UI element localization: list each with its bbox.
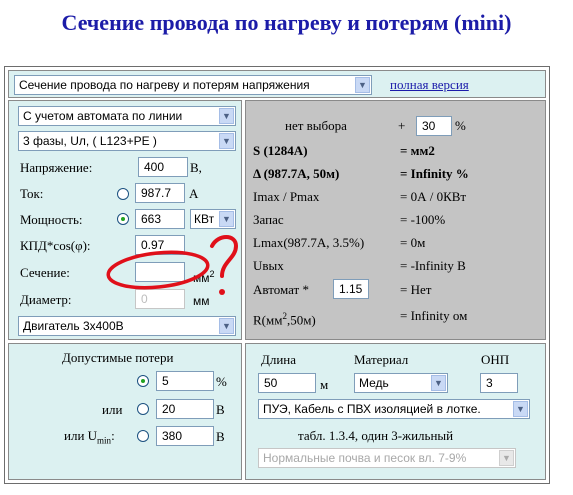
result-row-left: Imax / Pmax [253,189,320,204]
power-label: Мощность: [20,212,83,227]
page-title: Сечение провода по нагреву и потерям (mi… [61,10,512,35]
red-annotation-drawing [106,235,239,295]
result-row-left: Δ (987.7А, 50м) [253,166,340,181]
radio-selected-dot [121,217,125,221]
result-row-right: = -Infinity В [400,258,466,273]
efficiency-label: КПД*cos(φ): [20,238,91,253]
current-label: Ток: [20,186,44,201]
breaker-factor-label: Автомат * [253,282,309,297]
length-input[interactable]: 50 [258,373,316,393]
power-input[interactable]: 663 [135,209,185,229]
onp-label: ОНП [481,352,510,367]
results-panel [245,100,546,340]
result-row-right: = мм2 [400,143,435,158]
breaker-result: = Нет [400,282,432,297]
cable-type-select[interactable]: ПУЭ, Кабель с ПВХ изоляцией в лотке. ▼ [258,399,530,419]
result-row-left: S (1284А) [253,143,308,158]
chevron-down-icon: ▼ [355,77,370,93]
chevron-down-icon: ▼ [431,375,446,391]
current-radio[interactable] [117,188,129,200]
chevron-down-icon: ▼ [219,318,234,334]
result-row-left: Uвых [253,258,284,273]
losses-umin-label: или Umin: [64,428,115,449]
result-row-right: = 0А / 0КВт [400,189,467,204]
chevron-down-icon: ▼ [219,211,234,227]
margin-input[interactable]: 30 [416,116,452,136]
losses-umin-sub: min [97,435,112,446]
losses-volt-input[interactable]: 20 [156,399,214,419]
load-type-value: Двигатель 3x400В [23,319,124,333]
soil-select[interactable]: Нормальные почва и песок вл. 7-9% ▼ [258,448,516,468]
power-unit-select[interactable]: КВт ▼ [190,209,236,229]
no-choice-label: нет выбора [285,118,347,133]
voltage-input[interactable]: 400 [138,157,188,177]
losses-umin-colon: : [111,428,115,443]
cable-type-value: ПУЭ, Кабель с ПВХ изоляцией в лотке. [263,402,481,416]
chevron-down-icon: ▼ [219,133,234,149]
breaker-mode-value: С учетом автомата по линии [23,109,183,123]
length-label: Длина [261,352,297,367]
plus-sign: + [398,118,406,133]
chevron-down-icon: ▼ [499,450,514,466]
losses-umin-radio[interactable] [137,430,149,442]
breaker-mode-select[interactable]: С учетом автомата по линии ▼ [18,106,236,126]
table-note: табл. 1.3.4, один 3-жильный [298,428,454,443]
phase-select-value: 3 фазы, Uл, ( L123+PE ) [23,134,157,148]
onp-input[interactable]: 3 [480,373,518,393]
power-radio[interactable] [117,213,129,225]
power-unit-value: КВт [194,212,215,226]
mode-select[interactable]: Сечение провода по нагреву и потерям нап… [14,75,372,95]
material-select-value: Медь [359,376,389,390]
losses-volt-label: или [102,402,123,417]
result-row-left: Lmax(987.7А, 3.5%) [253,235,365,250]
full-version-link[interactable]: полная версия [390,77,469,93]
section-label: Сечение: [20,265,70,280]
losses-percent-unit: % [216,374,227,389]
soil-select-value: Нормальные почва и песок вл. 7-9% [263,451,467,465]
result-row-left: Запас [253,212,284,227]
voltage-label: Напряжение: [20,160,93,175]
losses-umin-unit: В [216,429,225,444]
breaker-factor-input[interactable]: 1.15 [333,279,369,299]
length-unit: м [320,377,329,392]
losses-volt-unit: В [216,402,225,417]
margin-percent: % [455,118,466,133]
current-unit: А [189,186,199,201]
losses-volt-radio[interactable] [137,403,149,415]
losses-heading: Допустимые потери [62,350,174,365]
losses-percent-input[interactable]: 5 [156,371,214,391]
chevron-down-icon: ▼ [219,108,234,124]
losses-umin-input[interactable]: 380 [156,426,214,446]
material-label: Материал [354,352,409,367]
material-select[interactable]: Медь ▼ [354,373,448,393]
losses-umin-base: или U [64,428,98,443]
current-input[interactable]: 987.7 [135,183,185,203]
resistance-label-tail: ,50м) [286,312,316,328]
mode-select-value: Сечение провода по нагреву и потерям нап… [19,78,310,92]
load-type-select[interactable]: Двигатель 3x400В ▼ [18,316,236,336]
losses-percent-radio[interactable] [137,375,149,387]
result-row-right: = Infinity % [400,166,469,181]
result-row-right: = 0м [400,235,426,250]
radio-selected-dot [141,379,145,383]
diameter-label: Диаметр: [20,292,72,307]
chevron-down-icon: ▼ [513,401,528,417]
voltage-unit: В, [190,160,202,175]
resistance-label: R(мм2,50м) [253,308,316,328]
resistance-result: = Infinity ом [400,308,468,323]
result-row-right: = -100% [400,212,446,227]
resistance-label-base: R(мм [253,312,283,328]
phase-select[interactable]: 3 фазы, Uл, ( L123+PE ) ▼ [18,131,236,151]
